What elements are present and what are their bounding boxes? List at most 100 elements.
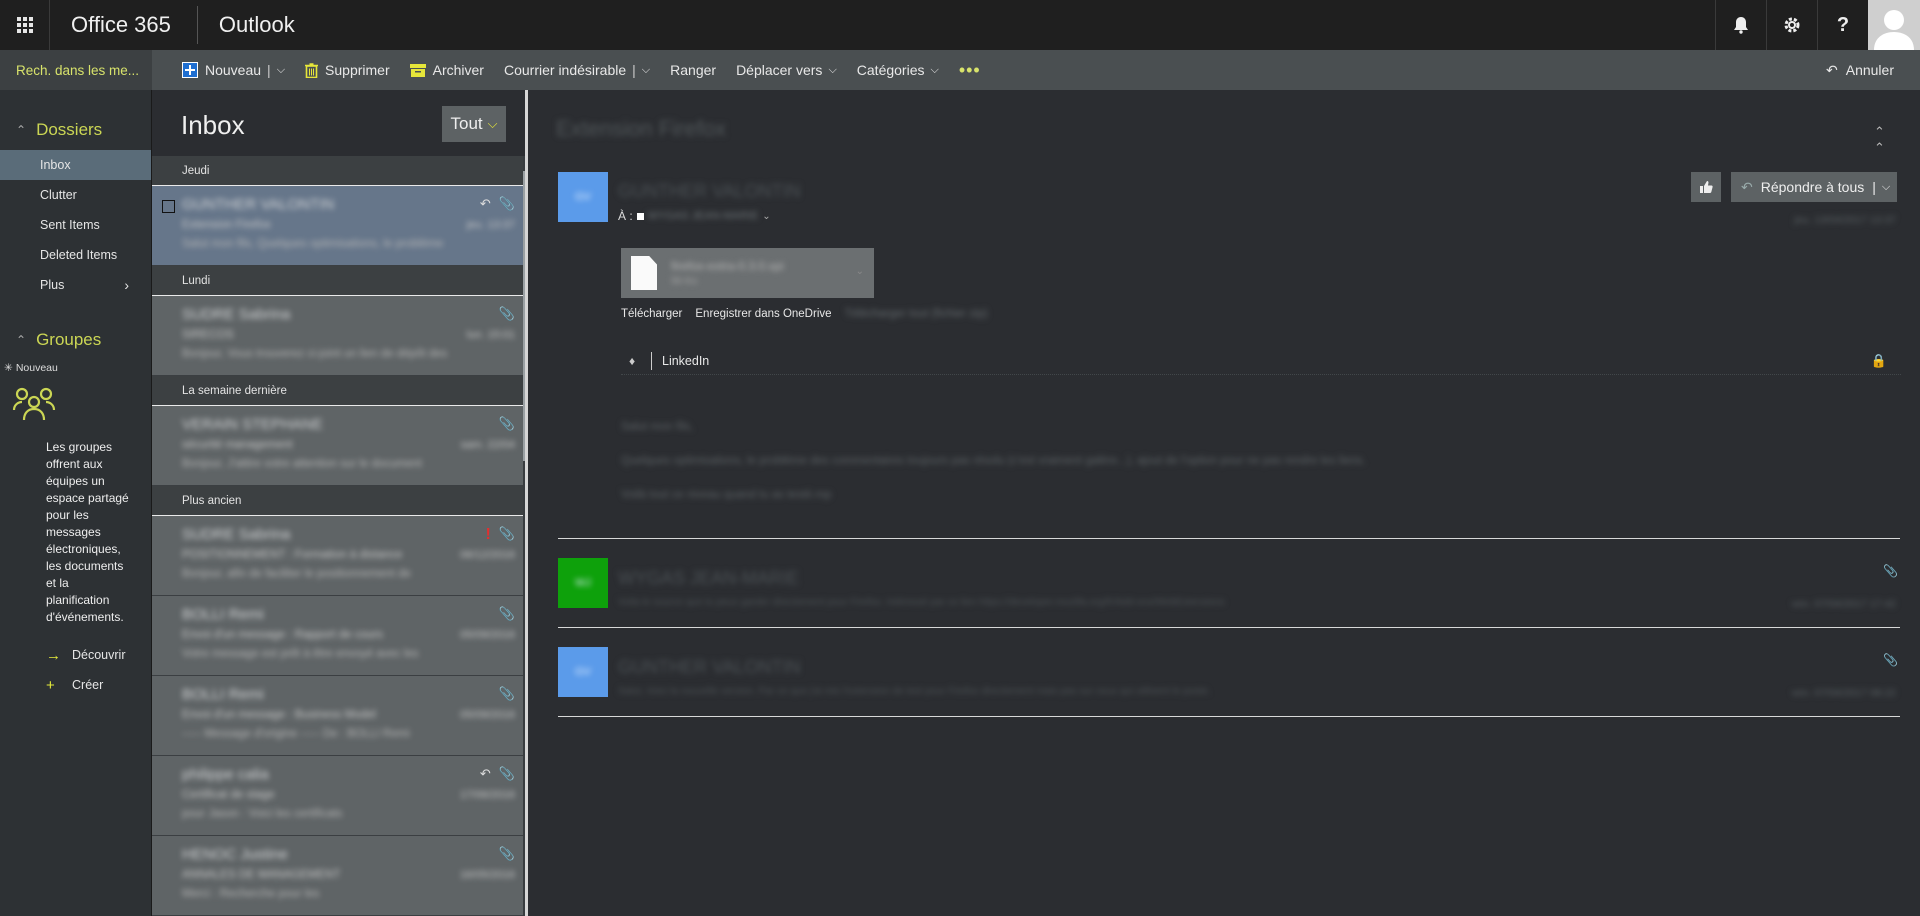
chevron-down-icon: ⌵ — [487, 116, 498, 131]
discover-groups-link[interactable]: → Découvrir — [0, 640, 151, 670]
folders-header-label: Dossiers — [36, 120, 103, 139]
message-divider — [558, 538, 1900, 539]
archive-button[interactable]: Archiver — [400, 50, 494, 90]
reply-icon: ↶ — [479, 196, 491, 211]
attachment-size: 56 Ko — [671, 276, 698, 287]
filter-dropdown[interactable]: Tout ⌵ — [442, 106, 506, 142]
date-group-header: Lundi — [152, 266, 525, 296]
message-subject: Envoi d'un message : Rapport de cours — [182, 629, 384, 641]
help-button[interactable]: ? — [1817, 0, 1868, 50]
date-group-header: Jeudi — [152, 156, 525, 186]
addin-store-icon[interactable]: 🔒 — [1871, 353, 1887, 369]
app-title[interactable]: Outlook — [198, 12, 295, 38]
sender-name[interactable]: GUNTHER VALONTIN — [618, 657, 801, 678]
linkedin-label: LinkedIn — [662, 353, 710, 368]
folder-more[interactable]: Plus › — [0, 270, 151, 300]
message-sender: HENOC Justine — [182, 846, 288, 863]
message-preview[interactable]: Salut, Voici la nouvelle version. Par ce… — [618, 686, 1718, 697]
like-button[interactable] — [1691, 172, 1721, 202]
message-row[interactable]: GUNTHER VALONTIN Extension Firefox Salut m… — [152, 186, 525, 266]
message-row[interactable]: SUDRE Sabrina SIRECOS Bonjour, Vous trouve… — [152, 296, 525, 376]
categories-button[interactable]: Catégories ⌵ — [847, 50, 949, 90]
sender-avatar[interactable]: WJ — [558, 558, 608, 608]
message-row[interactable]: BOLLI Remi Envoi d'un message : Business … — [152, 676, 525, 756]
attachment-card[interactable]: firefox-extra-0.3.0.xpi 56 Ko ⌄ — [621, 248, 874, 298]
recipient-name[interactable]: WYGAS JEAN-MARIE — [648, 210, 759, 222]
message-status-icons: ! 📎 — [485, 526, 515, 544]
message-date: 06/12/2016 — [459, 549, 515, 561]
collapse-all-button[interactable]: ⌃ ⌃ — [1874, 124, 1885, 156]
new-group-button[interactable]: ✳ Nouveau — [0, 360, 151, 376]
message-preview: Merci : Recherche pour les — [182, 888, 320, 900]
chevron-up-icon: ⌃ — [16, 333, 27, 347]
undo-button[interactable]: ↶ Annuler — [1826, 50, 1894, 90]
message-status-icons: 📎 — [499, 306, 515, 322]
sender-name[interactable]: GUNTHER VALONTIN — [618, 181, 801, 202]
folder-deleted-items[interactable]: Deleted Items — [0, 240, 151, 270]
paperclip-icon: 📎 — [498, 606, 515, 621]
groups-people-icon — [0, 376, 151, 427]
groups-header[interactable]: ⌃ Groupes — [0, 320, 151, 360]
reply-all-button[interactable]: ↶ Répondre à tous | ⌵ — [1731, 172, 1897, 202]
message-date: 17/06/2016 — [459, 789, 515, 801]
help-icon: ? — [1836, 13, 1850, 36]
message-list-scroll[interactable]: Jeudi GUNTHER VALONTIN Extension Firefox Sa… — [152, 156, 525, 916]
sender-avatar[interactable]: GV — [558, 172, 608, 222]
folder-inbox[interactable]: Inbox — [0, 150, 151, 180]
message-row[interactable]: philippe calia Certificat de stage pour Ja… — [152, 756, 525, 836]
message-status-icons: 📎 — [499, 606, 515, 622]
chevron-up-icon: ⌃ — [16, 123, 27, 137]
message-preview: Bonjour, J'attire votre attention sur le… — [182, 458, 422, 470]
message-row[interactable]: VERAIN STEPHANE sécurité management Bonjou… — [152, 406, 525, 486]
message-body: Salut mon fils, Quelques optimisations, … — [621, 410, 1366, 512]
sender-name[interactable]: WYGAS JEAN-MARIE — [618, 568, 799, 589]
date-group-header: La semaine dernière — [152, 376, 525, 406]
search-input[interactable]: Rech. dans les me... — [0, 50, 152, 90]
folders-header[interactable]: ⌃ Dossiers — [0, 110, 151, 150]
double-chevron-up-icon: ⌃ ⌃ — [1874, 124, 1885, 155]
move-to-label: Déplacer vers — [736, 62, 823, 78]
message-row[interactable]: BOLLI Remi Envoi d'un message : Rapport d… — [152, 596, 525, 676]
download-link[interactable]: Télécharger — [621, 308, 682, 320]
sparkle-icon: ✳ — [4, 362, 13, 374]
chevron-down-icon[interactable]: ⌵ — [642, 64, 650, 77]
message-sender: SUDRE Sabrina — [182, 526, 291, 543]
move-to-button[interactable]: Déplacer vers ⌵ — [726, 50, 847, 90]
message-row[interactable]: HENOC Justine ANNALES DE MANAGEMENT Merci … — [152, 836, 525, 916]
command-bar: Rech. dans les me... Nouveau | ⌵ Supprime… — [0, 50, 1920, 90]
select-checkbox[interactable] — [162, 200, 175, 213]
message-date: ven. 07/04/2017 08:22 — [1791, 687, 1896, 699]
reply-icon: ↶ — [479, 766, 491, 781]
notifications-button[interactable] — [1715, 0, 1766, 50]
more-icon: ••• — [958, 59, 981, 80]
folder-sent-items[interactable]: Sent Items — [0, 210, 151, 240]
settings-button[interactable] — [1766, 0, 1817, 50]
paperclip-icon: 📎 — [1883, 564, 1898, 578]
folder-clutter[interactable]: Clutter — [0, 180, 151, 210]
message-status-icons: ↶ 📎 — [480, 766, 515, 782]
chevron-down-icon[interactable]: ⌵ — [1882, 181, 1890, 194]
create-group-link[interactable]: + Créer — [0, 670, 151, 700]
new-message-button[interactable]: Nouveau | ⌵ — [172, 50, 295, 90]
expand-recipients-icon[interactable]: ⌄ — [762, 211, 770, 222]
linkedin-addin-bar[interactable]: ♦ LinkedIn 🔒 — [621, 347, 1901, 375]
trash-icon — [305, 62, 319, 78]
sweep-button[interactable]: Ranger — [660, 50, 726, 90]
delete-label: Supprimer — [325, 62, 390, 78]
more-commands-button[interactable]: ••• — [949, 50, 991, 90]
junk-button[interactable]: Courrier indésirable | ⌵ — [494, 50, 660, 90]
app-launcher-button[interactable] — [0, 0, 50, 50]
user-avatar[interactable] — [1868, 0, 1920, 50]
paperclip-icon: 📎 — [498, 526, 515, 541]
office-365-brand[interactable]: Office 365 — [50, 6, 198, 44]
chevron-down-icon[interactable]: ⌄ — [856, 266, 864, 277]
download-all-link[interactable]: Télécharger tout (fichier zip) — [845, 308, 988, 320]
save-onedrive-link[interactable]: Enregistrer dans OneDrive — [695, 308, 831, 320]
message-preview[interactable]: Voila le source que tu peux garder direc… — [618, 597, 1718, 608]
delete-button[interactable]: Supprimer — [295, 50, 400, 90]
conversation-title: Extension Firefox — [556, 116, 726, 141]
chevron-down-icon[interactable]: ⌵ — [277, 64, 285, 77]
attachment-actions: Télécharger Enregistrer dans OneDrive Té… — [621, 308, 988, 320]
sender-avatar[interactable]: GV — [558, 647, 608, 697]
message-row[interactable]: SUDRE Sabrina POSITIONNEMENT : Formation … — [152, 516, 525, 596]
